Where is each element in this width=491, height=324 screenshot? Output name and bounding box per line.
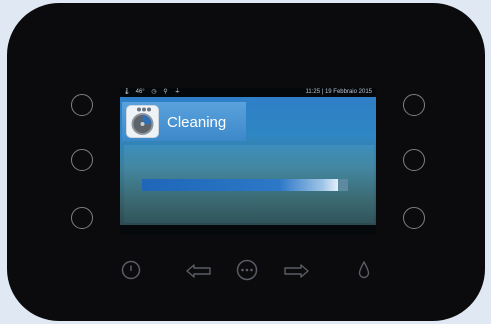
drop-icon[interactable] [358,261,370,279]
power-icon[interactable] [121,260,141,280]
cleaning-icon [126,105,159,138]
left-top-button[interactable] [71,94,93,116]
left-bottom-button[interactable] [71,207,93,229]
progress-area [124,145,374,223]
right-bottom-button[interactable] [403,207,425,229]
main-panel: Cleaning [120,97,376,225]
right-top-button[interactable] [403,94,425,116]
progress-bar [142,179,348,191]
display-screen: 🌡 46° ◷ ⚲ ⏚ 11:25 | 19 Febbraio 2015 Cle… [120,88,376,235]
function-header[interactable]: Cleaning [122,102,246,141]
status-date: 19 Febbraio 2015 [324,89,372,95]
status-time: 11:25 [305,89,321,95]
progress-fill [142,179,338,191]
arrow-right-icon[interactable] [283,264,309,278]
bulb-icon: ⚲ [163,89,168,95]
arrow-left-icon[interactable] [186,264,212,278]
header-title: Cleaning [167,114,227,131]
menu-icon[interactable] [236,259,258,281]
wifi-icon: ⏚ [174,89,181,95]
status-bar: 🌡 46° ◷ ⚲ ⏚ 11:25 | 19 Febbraio 2015 [120,88,376,97]
thermometer-icon: 🌡 [123,89,131,95]
temperature-reading: 46° [135,89,145,95]
device-frame: 🌡 46° ◷ ⚲ ⏚ 11:25 | 19 Febbraio 2015 Cle… [7,3,485,321]
clock-icon: ◷ [151,89,157,95]
right-middle-button[interactable] [403,149,425,171]
status-separator: | [321,89,324,95]
left-middle-button[interactable] [71,149,93,171]
screen-bottom-strip [120,225,376,235]
